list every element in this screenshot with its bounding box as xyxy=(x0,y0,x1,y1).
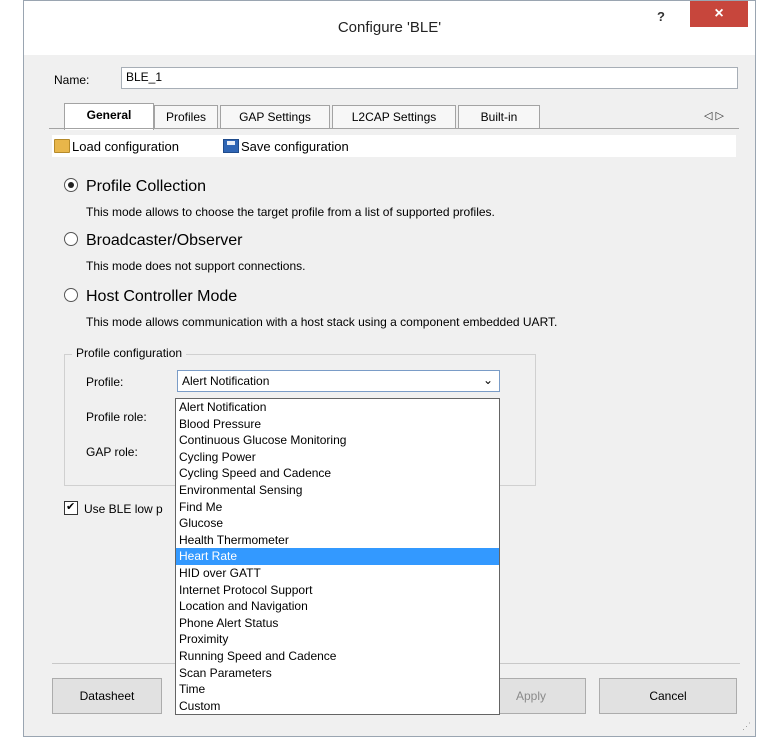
radio-label: Host Controller Mode xyxy=(86,288,238,305)
radio-button-selected[interactable] xyxy=(64,178,78,192)
config-toolbar: Load configuration Save configuration xyxy=(52,135,736,157)
load-configuration-button[interactable]: Load configuration xyxy=(54,138,179,156)
mode-description: This mode allows communication with a ho… xyxy=(86,315,558,329)
close-button[interactable]: × xyxy=(690,1,748,27)
dropdown-option[interactable]: Find Me xyxy=(176,499,499,516)
configure-dialog: Configure 'BLE' ? × Name: BLE_1 General … xyxy=(23,0,756,737)
name-label: Name: xyxy=(54,73,90,87)
title-bar: Configure 'BLE' ? × xyxy=(24,1,755,55)
resize-grip-icon[interactable]: ⋰ xyxy=(742,721,751,732)
profile-select-value: Alert Notification xyxy=(182,374,270,388)
gap-role-label: GAP role: xyxy=(86,445,138,459)
tab-profiles[interactable]: Profiles xyxy=(154,105,218,128)
floppy-disk-icon xyxy=(223,139,239,153)
profile-label: Profile: xyxy=(86,375,124,389)
radio-button[interactable] xyxy=(64,232,78,246)
radio-label: Profile Collection xyxy=(86,178,207,195)
tab-l2cap-settings[interactable]: L2CAP Settings xyxy=(332,105,456,128)
dropdown-option[interactable]: Scan Parameters xyxy=(176,665,499,682)
dropdown-option[interactable]: Time xyxy=(176,681,499,698)
dropdown-option[interactable]: Alert Notification xyxy=(176,399,499,416)
low-power-label: Use BLE low p xyxy=(84,502,163,516)
profile-role-label: Profile role: xyxy=(86,410,147,424)
profile-select[interactable]: Alert Notification ⌄ xyxy=(177,370,500,392)
radio-broadcaster-observer[interactable]: Broadcaster/Observer xyxy=(64,232,243,250)
tab-built-in[interactable]: Built-in xyxy=(458,105,540,128)
radio-host-controller-mode[interactable]: Host Controller Mode xyxy=(64,288,237,306)
dropdown-option[interactable]: Proximity xyxy=(176,631,499,648)
dropdown-option[interactable]: Heart Rate xyxy=(176,548,499,565)
dropdown-option[interactable]: Phone Alert Status xyxy=(176,615,499,632)
mode-description: This mode allows to choose the target pr… xyxy=(86,205,495,219)
radio-button[interactable] xyxy=(64,288,78,302)
dropdown-option[interactable]: Cycling Speed and Cadence xyxy=(176,465,499,482)
folder-open-icon xyxy=(54,139,70,153)
dropdown-option[interactable]: Health Thermometer xyxy=(176,532,499,549)
low-power-checkbox[interactable] xyxy=(64,500,78,515)
radio-profile-collection[interactable]: Profile Collection xyxy=(64,178,206,196)
tab-gap-settings[interactable]: GAP Settings xyxy=(220,105,330,128)
tab-underline xyxy=(49,128,739,129)
save-configuration-label: Save configuration xyxy=(241,139,349,154)
dropdown-option[interactable]: Environmental Sensing xyxy=(176,482,499,499)
profile-dropdown-list: Alert Notification Blood Pressure Continuo… xyxy=(175,398,500,716)
dialog-title: Configure 'BLE' xyxy=(337,19,442,36)
low-power-checkbox-row[interactable]: Use BLE low p xyxy=(64,500,163,516)
dropdown-option[interactable]: HID over GATT xyxy=(176,565,499,582)
mode-description: This mode does not support connections. xyxy=(86,259,306,273)
save-configuration-button[interactable]: Save configuration xyxy=(223,138,349,156)
profile-configuration-title: Profile configuration xyxy=(72,346,187,360)
chevron-down-icon[interactable]: ⌄ xyxy=(483,373,493,387)
help-button[interactable]: ? xyxy=(649,7,673,27)
name-input[interactable]: BLE_1 xyxy=(121,67,738,89)
dropdown-option[interactable]: Glucose xyxy=(176,515,499,532)
dropdown-option[interactable]: Custom xyxy=(176,698,499,715)
dropdown-option[interactable]: Internet Protocol Support xyxy=(176,582,499,599)
cancel-button[interactable]: Cancel xyxy=(599,678,737,714)
datasheet-button[interactable]: Datasheet xyxy=(52,678,162,714)
dropdown-option[interactable]: Running Speed and Cadence xyxy=(176,648,499,665)
radio-label: Broadcaster/Observer xyxy=(86,232,243,249)
dropdown-option[interactable]: Blood Pressure xyxy=(176,416,499,433)
dropdown-option[interactable]: Continuous Glucose Monitoring xyxy=(176,432,499,449)
tab-general[interactable]: General xyxy=(64,103,154,130)
tab-scroll-arrows-icon[interactable]: ◁ ▷ xyxy=(704,109,724,122)
load-configuration-label: Load configuration xyxy=(72,139,179,154)
dropdown-option[interactable]: Location and Navigation xyxy=(176,598,499,615)
dropdown-option[interactable]: Cycling Power xyxy=(176,449,499,466)
